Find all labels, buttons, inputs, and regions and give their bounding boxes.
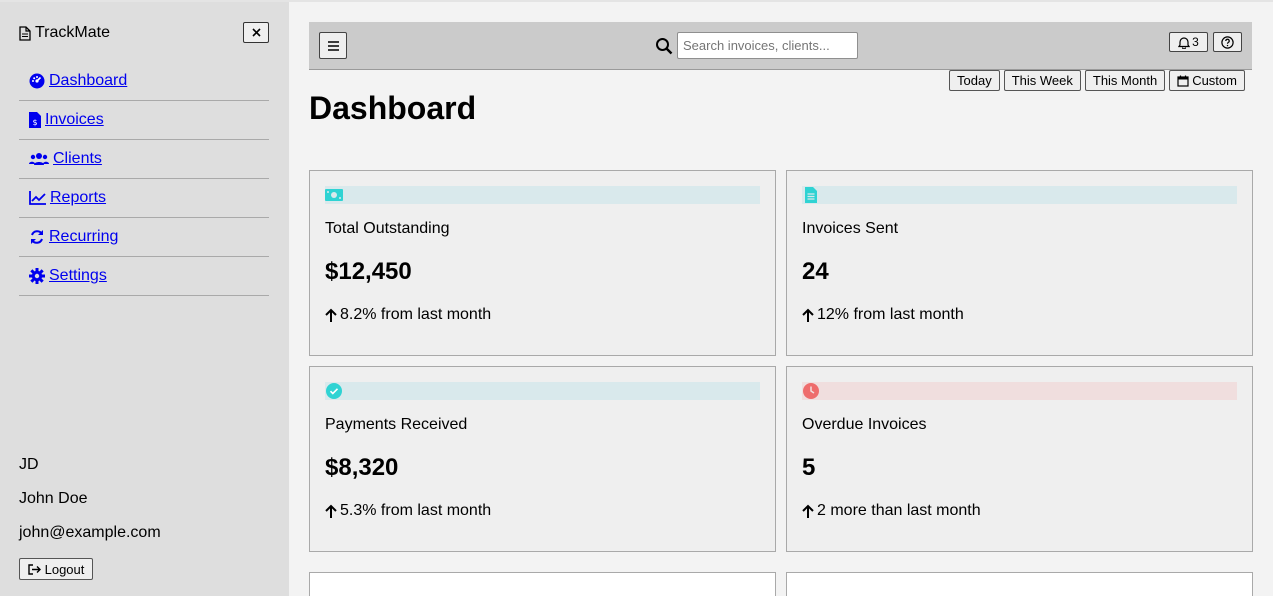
brand: TrackMate bbox=[19, 24, 110, 42]
sync-icon bbox=[31, 230, 43, 244]
gear-icon bbox=[29, 268, 45, 284]
stat-card-overdue-invoices: Overdue Invoices 5 2 more than last mont… bbox=[786, 366, 1253, 552]
search-input[interactable] bbox=[677, 32, 858, 59]
panel-partial-left bbox=[309, 572, 776, 596]
user-initials: JD bbox=[19, 456, 39, 473]
check-circle-icon bbox=[325, 382, 343, 400]
menu-toggle-button[interactable] bbox=[319, 32, 347, 59]
close-icon bbox=[251, 28, 261, 37]
sidebar-nav: Dashboard $ Invoices Clients Reports Rec… bbox=[19, 62, 269, 296]
sidebar-item-reports: Reports bbox=[19, 179, 269, 218]
stat-card-total-outstanding: Total Outstanding $12,450 8.2% from last… bbox=[309, 170, 776, 356]
card-change: 12% from last month bbox=[802, 306, 964, 324]
panel-partial-right bbox=[786, 572, 1253, 596]
arrow-up-icon bbox=[802, 504, 814, 518]
card-change: 5.3% from last month bbox=[325, 502, 491, 520]
file-icon bbox=[802, 186, 820, 204]
card-value: 24 bbox=[802, 258, 829, 285]
card-accent-band bbox=[325, 186, 760, 204]
users-icon bbox=[29, 153, 49, 165]
range-custom-label: Custom bbox=[1192, 73, 1237, 88]
sidebar-item-settings: Settings bbox=[19, 257, 269, 296]
settings-label: Settings bbox=[49, 267, 107, 284]
range-custom-button[interactable]: Custom bbox=[1169, 70, 1245, 91]
card-label: Invoices Sent bbox=[802, 220, 899, 237]
settings-link[interactable]: Settings bbox=[29, 267, 107, 285]
svg-text:$: $ bbox=[32, 118, 37, 127]
search-bar bbox=[655, 32, 858, 59]
card-change-text: 8.2% from last month bbox=[340, 306, 492, 323]
card-change-text: 12% from last month bbox=[817, 306, 964, 323]
logout-icon bbox=[27, 563, 41, 575]
top-bar: 3 bbox=[309, 22, 1252, 70]
page-title: Dashboard bbox=[309, 90, 477, 126]
dashboard-icon bbox=[29, 73, 45, 89]
search-icon bbox=[656, 37, 673, 54]
hamburger-icon bbox=[327, 40, 339, 51]
card-change: 2 more than last month bbox=[802, 502, 981, 520]
arrow-up-icon bbox=[325, 308, 337, 322]
invoice-icon: $ bbox=[29, 112, 41, 128]
help-button[interactable] bbox=[1213, 32, 1242, 52]
logout-label: Logout bbox=[44, 561, 85, 577]
card-change-text: 5.3% from last month bbox=[340, 502, 492, 519]
main-content: 3 Today This Week This Month Custom Dash… bbox=[289, 2, 1273, 596]
bell-icon bbox=[1178, 36, 1191, 49]
dashboard-link[interactable]: Dashboard bbox=[29, 72, 127, 90]
arrow-up-icon bbox=[802, 308, 814, 322]
date-range-selector: Today This Week This Month Custom bbox=[949, 70, 1245, 91]
close-sidebar-button[interactable] bbox=[243, 22, 269, 43]
app-name: TrackMate bbox=[35, 24, 110, 41]
stat-card-payments-received: Payments Received $8,320 5.3% from last … bbox=[309, 366, 776, 552]
range-this-month-button[interactable]: This Month bbox=[1084, 70, 1166, 91]
logout-button[interactable]: Logout bbox=[19, 558, 93, 580]
card-label: Total Outstanding bbox=[325, 220, 450, 237]
clock-icon bbox=[802, 382, 820, 400]
invoices-label: Invoices bbox=[45, 111, 104, 128]
calendar-icon bbox=[1177, 75, 1189, 87]
arrow-up-icon bbox=[325, 504, 337, 518]
user-name: John Doe bbox=[19, 490, 88, 507]
card-label: Payments Received bbox=[325, 416, 468, 433]
dashboard-label: Dashboard bbox=[49, 72, 128, 89]
user-email: john@example.com bbox=[19, 524, 161, 541]
money-icon bbox=[325, 186, 343, 204]
sidebar-item-invoices: $ Invoices bbox=[19, 101, 269, 140]
recurring-label: Recurring bbox=[49, 228, 119, 245]
sidebar-item-dashboard: Dashboard bbox=[19, 62, 269, 101]
card-accent-band bbox=[325, 382, 760, 400]
recurring-link[interactable]: Recurring bbox=[29, 228, 118, 246]
card-value: $8,320 bbox=[325, 454, 399, 481]
document-icon bbox=[19, 25, 31, 41]
sidebar-item-clients: Clients bbox=[19, 140, 269, 179]
notifications-button[interactable]: 3 bbox=[1169, 32, 1208, 52]
range-today-button[interactable]: Today bbox=[949, 70, 1000, 91]
sidebar-item-recurring: Recurring bbox=[19, 218, 269, 257]
reports-label: Reports bbox=[50, 189, 107, 206]
card-label: Overdue Invoices bbox=[802, 416, 927, 433]
card-value: 5 bbox=[802, 454, 816, 481]
range-this-week-button[interactable]: This Week bbox=[1003, 70, 1081, 91]
reports-link[interactable]: Reports bbox=[29, 189, 106, 207]
card-accent-band bbox=[802, 186, 1237, 204]
notification-count: 3 bbox=[1192, 35, 1199, 49]
card-accent-band bbox=[802, 382, 1237, 400]
clients-label: Clients bbox=[53, 150, 102, 167]
card-change-text: 2 more than last month bbox=[817, 502, 981, 519]
question-circle-icon bbox=[1221, 35, 1234, 49]
stat-card-invoices-sent: Invoices Sent 24 12% from last month bbox=[786, 170, 1253, 356]
clients-link[interactable]: Clients bbox=[29, 150, 102, 168]
invoices-link[interactable]: $ Invoices bbox=[29, 111, 104, 129]
card-change: 8.2% from last month bbox=[325, 306, 491, 324]
card-value: $12,450 bbox=[325, 258, 412, 285]
chart-line-icon bbox=[29, 191, 46, 205]
sidebar: TrackMate Dashboard $ Invoices Clients R… bbox=[0, 2, 289, 596]
